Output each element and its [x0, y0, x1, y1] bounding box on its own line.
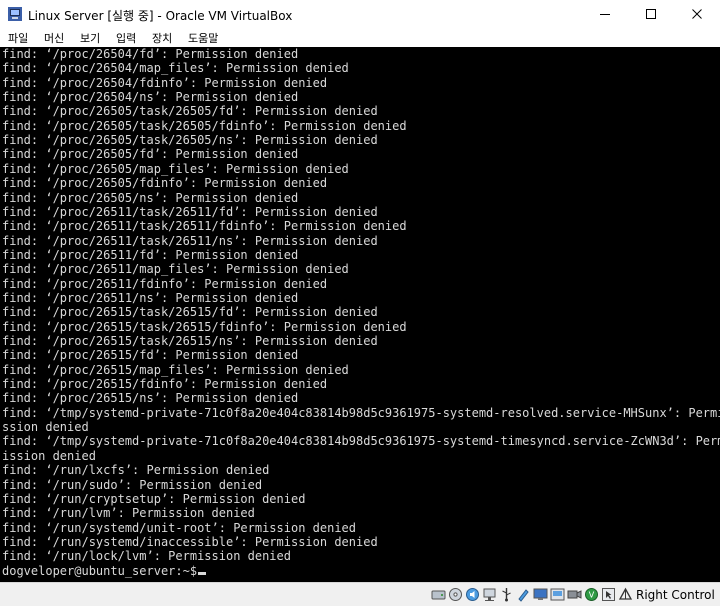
terminal-line: ssion denied	[2, 420, 89, 435]
menu-item-input[interactable]: 입력	[116, 30, 136, 46]
terminal-line: find: ‘/proc/26511/task/26511/ns’: Permi…	[2, 233, 378, 248]
display-icon[interactable]	[533, 587, 548, 602]
terminal-line: find: ‘/proc/26505/fd’: Permission denie…	[2, 147, 299, 162]
terminal-line: find: ‘/proc/26504/fdinfo’: Permission d…	[2, 75, 328, 90]
shell-prompt-line: dogveloper@ubuntu_server:~$	[2, 563, 207, 578]
terminal-line: find: ‘/proc/26504/map_files’: Permissio…	[2, 61, 349, 76]
terminal-line: find: ‘/proc/26505/task/26505/ns’: Permi…	[2, 133, 378, 148]
video-capture-icon[interactable]	[550, 587, 565, 602]
terminal-line: find: ‘/proc/26505/ns’: Permission denie…	[2, 190, 299, 205]
terminal-line: find: ‘/proc/26515/task/26515/ns’: Permi…	[2, 334, 378, 348]
terminal-line: find: ‘/proc/26515/fd’: Permission denie…	[2, 348, 299, 363]
hard-disk-icon[interactable]	[431, 587, 446, 602]
maximize-button[interactable]	[628, 0, 674, 28]
menu-item-machine[interactable]: 머신	[44, 30, 64, 46]
usb-icon[interactable]	[499, 587, 514, 602]
terminal-line: find: ‘/proc/26511/map_files’: Permissio…	[2, 262, 349, 277]
terminal-line: find: ‘/proc/26504/fd’: Permission denie…	[2, 47, 299, 61]
terminal-line: ission denied	[2, 448, 96, 463]
terminal-line: find: ‘/run/systemd/inaccessible’: Permi…	[2, 534, 378, 549]
terminal-line: find: ‘/proc/26515/map_files’: Permissio…	[2, 362, 349, 377]
close-icon	[692, 9, 702, 19]
terminal-line: find: ‘/proc/26515/task/26515/fdinfo’: P…	[2, 319, 407, 334]
menu-item-help[interactable]: 도움말	[188, 30, 218, 46]
terminal-line: find: ‘/proc/26505/fdinfo’: Permission d…	[2, 176, 328, 191]
terminal-line: find: ‘/proc/26511/fd’: Permission denie…	[2, 247, 299, 262]
terminal-line: find: ‘/proc/26504/ns’: Permission denie…	[2, 90, 299, 105]
terminal-line: find: ‘/proc/26505/map_files’: Permissio…	[2, 161, 349, 176]
status-bar: V Right Control	[0, 582, 720, 606]
menu-item-file[interactable]: 파일	[8, 30, 28, 46]
terminal-line: find: ‘/proc/26515/ns’: Permission denie…	[2, 391, 299, 406]
terminal-line: find: ‘/proc/26511/task/26511/fd’: Permi…	[2, 204, 378, 219]
minimize-button[interactable]	[582, 0, 628, 28]
minimize-icon	[600, 14, 610, 15]
virtualbox-app-icon[interactable]	[7, 6, 23, 22]
terminal-line: find: ‘/run/systemd/unit-root’: Permissi…	[2, 520, 357, 535]
terminal-line: find: ‘/run/lock/lvm’: Permission denied	[2, 549, 291, 564]
menu-item-view[interactable]: 보기	[80, 30, 100, 46]
audio-icon[interactable]	[465, 587, 480, 602]
virtualization-icon[interactable]: V	[584, 587, 599, 602]
terminal-line: find: ‘/proc/26505/task/26505/fd’: Permi…	[2, 104, 378, 119]
recording-icon[interactable]	[567, 587, 582, 602]
terminal-line: find: ‘/tmp/systemd-private-71c0f8a20e40…	[2, 405, 720, 420]
shared-folders-icon[interactable]	[516, 587, 531, 602]
shell-prompt: dogveloper@ubuntu_server:~$	[2, 563, 198, 578]
terminal-line: find: ‘/run/lxcfs’: Permission denied	[2, 463, 270, 478]
network-icon[interactable]	[482, 587, 497, 602]
terminal-line: find: ‘/proc/26511/task/26511/fdinfo’: P…	[2, 219, 407, 234]
keyboard-icon[interactable]	[618, 587, 633, 602]
terminal-line: find: ‘/run/sudo’: Permission denied	[2, 477, 263, 492]
close-button[interactable]	[674, 0, 720, 28]
vm-console-screen[interactable]: find: ‘/proc/26504/fd’: Permission denie…	[0, 47, 720, 582]
svg-text:V: V	[589, 591, 595, 600]
host-key-label: Right Control	[636, 588, 715, 602]
maximize-icon	[646, 9, 656, 19]
terminal-line: find: ‘/proc/26515/task/26515/fd’: Permi…	[2, 305, 378, 320]
text-cursor	[198, 571, 207, 575]
terminal-line: find: ‘/tmp/systemd-private-71c0f8a20e40…	[2, 434, 720, 449]
terminal-line: find: ‘/proc/26511/fdinfo’: Permission d…	[2, 276, 328, 291]
terminal-line: find: ‘/proc/26515/fdinfo’: Permission d…	[2, 377, 328, 392]
menu-item-devices[interactable]: 장치	[152, 30, 172, 46]
title-bar[interactable]: Linux Server [실행 중] - Oracle VM VirtualB…	[0, 0, 720, 29]
terminal-line: find: ‘/run/lvm’: Permission denied	[2, 506, 255, 521]
optical-disk-icon[interactable]	[448, 587, 463, 602]
terminal-line: find: ‘/run/cryptsetup’: Permission deni…	[2, 491, 306, 506]
terminal-line: find: ‘/proc/26511/ns’: Permission denie…	[2, 290, 299, 305]
terminal-line: find: ‘/proc/26505/task/26505/fdinfo’: P…	[2, 118, 407, 133]
window-title: Linux Server [실행 중] - Oracle VM VirtualB…	[28, 9, 293, 23]
menu-bar: 파일 머신 보기 입력 장치 도움말	[0, 28, 720, 47]
mouse-integration-icon[interactable]	[601, 587, 616, 602]
